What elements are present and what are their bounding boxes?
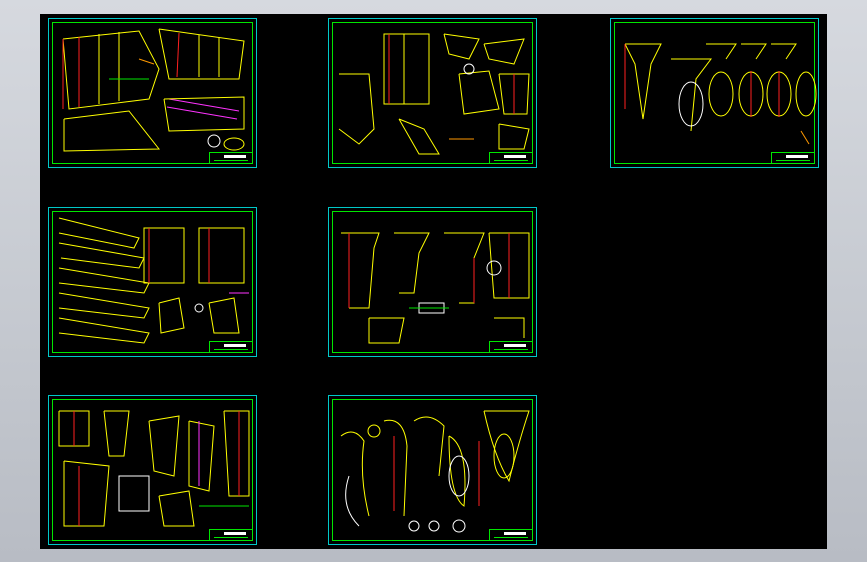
bracket-details-icon: [341, 232, 530, 344]
curve-sections-icon: [340, 410, 530, 533]
title-block: [771, 152, 815, 164]
drawing-sheet-6[interactable]: [48, 395, 257, 545]
title-block: [209, 341, 253, 353]
title-block: [209, 529, 253, 541]
cross-sections-icon: [624, 43, 817, 145]
profile-views-icon: [58, 217, 249, 344]
title-block: [489, 529, 533, 541]
drawing-sheet-5[interactable]: [328, 207, 537, 357]
drawing-canvas[interactable]: [40, 14, 827, 549]
drawing-sheet-3[interactable]: [610, 18, 819, 168]
drawing-sheet-1[interactable]: [48, 18, 257, 168]
title-block: [489, 152, 533, 164]
hull-plan-views-icon: [62, 28, 245, 152]
assembly-details-icon: [58, 410, 250, 527]
title-block: [489, 341, 533, 353]
drawing-sheet-4[interactable]: [48, 207, 257, 357]
drawing-sheet-2[interactable]: [328, 18, 537, 168]
title-block: [209, 152, 253, 164]
drawing-sheet-7[interactable]: [328, 395, 537, 545]
section-details-icon: [338, 33, 530, 155]
cad-viewer-window: [0, 0, 867, 562]
